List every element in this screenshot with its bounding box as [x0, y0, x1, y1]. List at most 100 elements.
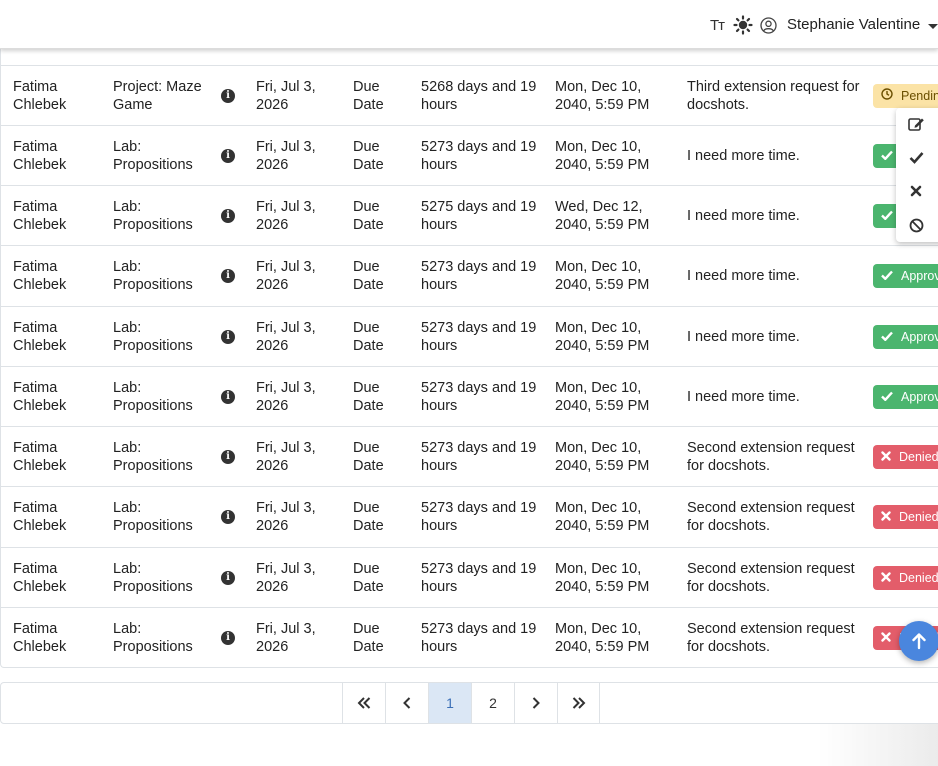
assignment-info[interactable]: i: [220, 307, 236, 367]
due-date: Fri, Jul 3, 2026: [256, 620, 316, 656]
times-icon: [881, 448, 891, 467]
extension-requests-table: Fatima Chlebek Project: Maze Game i Fri,…: [0, 49, 938, 668]
top-navbar: Tт Stephanie Valentine: [0, 0, 938, 49]
due-date: Fri, Jul 3, 2026: [256, 499, 316, 535]
page-2-button[interactable]: 2: [471, 683, 514, 723]
request-type: Due Date: [353, 379, 384, 415]
check-icon[interactable]: [906, 147, 926, 167]
info-icon[interactable]: i: [221, 450, 235, 464]
info-icon[interactable]: i: [221, 571, 235, 585]
student-name: Fatima Chlebek: [13, 499, 67, 535]
info-icon[interactable]: i: [221, 390, 235, 404]
extension-length: 5273 days and 19 hours: [421, 379, 537, 415]
status-label: Denied: [899, 509, 938, 524]
assignment-info[interactable]: i: [220, 608, 236, 667]
first-page-button[interactable]: [342, 683, 385, 723]
info-icon[interactable]: i: [221, 330, 235, 344]
status-badge[interactable]: Approved: [873, 325, 938, 349]
request-reason: Second extension request for docshots.: [687, 560, 855, 596]
check-icon: [881, 267, 893, 286]
table-row: Fatima Chlebek Lab: Propositions i Fri, …: [1, 426, 938, 486]
status-badge[interactable]: Approved: [873, 385, 938, 409]
extension-length: 5275 days and 19 hours: [421, 198, 537, 234]
user-menu-name[interactable]: Stephanie Valentine: [787, 16, 920, 33]
pagination: 1 2: [342, 683, 600, 723]
student-name: Fatima Chlebek: [13, 258, 67, 294]
new-due-date: Wed, Dec 12, 2040, 5:59 PM: [555, 198, 650, 234]
check-icon: [881, 328, 893, 347]
student-name: Fatima Chlebek: [13, 439, 67, 475]
times-icon: [881, 569, 891, 588]
table-row: Fatima Chlebek Lab: Propositions i Fri, …: [1, 306, 938, 366]
new-due-date: Mon, Dec 10, 2040, 5:59 PM: [555, 499, 650, 535]
scroll-to-top-button[interactable]: [899, 621, 938, 661]
new-due-date: Mon, Dec 10, 2040, 5:59 PM: [555, 258, 650, 294]
page-1-button[interactable]: 1: [428, 683, 471, 723]
chevron-right-icon: [532, 697, 540, 709]
student-name: Fatima Chlebek: [13, 138, 67, 174]
assignment-name: Lab: Propositions: [113, 319, 193, 355]
edit-icon[interactable]: [906, 114, 926, 134]
status-cell: Denied: [873, 487, 938, 547]
status-badge[interactable]: Denied: [873, 505, 938, 529]
assignment-info[interactable]: i: [220, 246, 236, 306]
check-icon: [881, 388, 893, 407]
request-type: Due Date: [353, 439, 384, 475]
assignment-info[interactable]: i: [220, 487, 236, 547]
chevron-down-icon[interactable]: [928, 24, 938, 29]
due-date: Fri, Jul 3, 2026: [256, 198, 316, 234]
ban-icon[interactable]: [906, 215, 926, 235]
student-name: Fatima Chlebek: [13, 560, 67, 596]
info-icon[interactable]: i: [221, 149, 235, 163]
status-cell: Denied: [873, 548, 938, 608]
info-icon[interactable]: i: [221, 209, 235, 223]
status-cell: Approved: [873, 246, 938, 306]
request-type: Due Date: [353, 620, 384, 656]
extension-length: 5273 days and 19 hours: [421, 319, 537, 355]
assignment-info[interactable]: i: [220, 66, 236, 126]
new-due-date: Mon, Dec 10, 2040, 5:59 PM: [555, 379, 650, 415]
times-icon: [881, 508, 891, 527]
prev-page-button[interactable]: [385, 683, 428, 723]
student-name: Fatima Chlebek: [13, 319, 67, 355]
assignment-name: Lab: Propositions: [113, 258, 193, 294]
last-page-button[interactable]: [557, 683, 600, 723]
info-icon[interactable]: i: [221, 89, 235, 103]
assignment-name: Lab: Propositions: [113, 560, 193, 596]
next-page-button[interactable]: [514, 683, 557, 723]
assignment-info[interactable]: i: [220, 427, 236, 487]
theme-toggle-icon[interactable]: [733, 15, 753, 35]
request-type: Due Date: [353, 258, 384, 294]
assignment-info[interactable]: i: [220, 367, 236, 427]
times-icon[interactable]: [906, 181, 926, 201]
assignment-name: Project: Maze Game: [113, 78, 202, 114]
assignment-name: Lab: Propositions: [113, 198, 193, 234]
font-size-icon[interactable]: Tт: [706, 15, 728, 35]
assignment-info[interactable]: i: [220, 186, 236, 246]
table-row: Fatima Chlebek Lab: Propositions i Fri, …: [1, 547, 938, 607]
status-label: Denied: [899, 449, 938, 464]
due-date: Fri, Jul 3, 2026: [256, 78, 316, 114]
info-icon[interactable]: i: [221, 631, 235, 645]
status-badge[interactable]: Pending: [873, 84, 938, 108]
status-label: Denied: [899, 570, 938, 585]
student-name: Fatima Chlebek: [13, 620, 67, 656]
assignment-info[interactable]: i: [220, 548, 236, 608]
table-row: Fatima Chlebek Lab: Propositions i Fri, …: [1, 366, 938, 426]
status-badge[interactable]: Denied: [873, 445, 938, 469]
check-icon: [881, 207, 893, 226]
table-row: Fatima Chlebek Project: Maze Game i Fri,…: [1, 65, 938, 125]
due-date: Fri, Jul 3, 2026: [256, 560, 316, 596]
info-icon[interactable]: i: [221, 269, 235, 283]
request-reason: I need more time.: [687, 328, 800, 345]
info-icon[interactable]: i: [221, 510, 235, 524]
status-badge[interactable]: Denied: [873, 566, 938, 590]
status-cell: Approved: [873, 367, 938, 427]
student-name: Fatima Chlebek: [13, 198, 67, 234]
assignment-info[interactable]: i: [220, 126, 236, 186]
user-circle-icon[interactable]: [759, 16, 778, 35]
assignment-name: Lab: Propositions: [113, 499, 193, 535]
status-badge[interactable]: Approved: [873, 264, 938, 288]
double-chevron-right-icon: [572, 697, 585, 709]
extension-length: 5273 days and 19 hours: [421, 560, 537, 596]
